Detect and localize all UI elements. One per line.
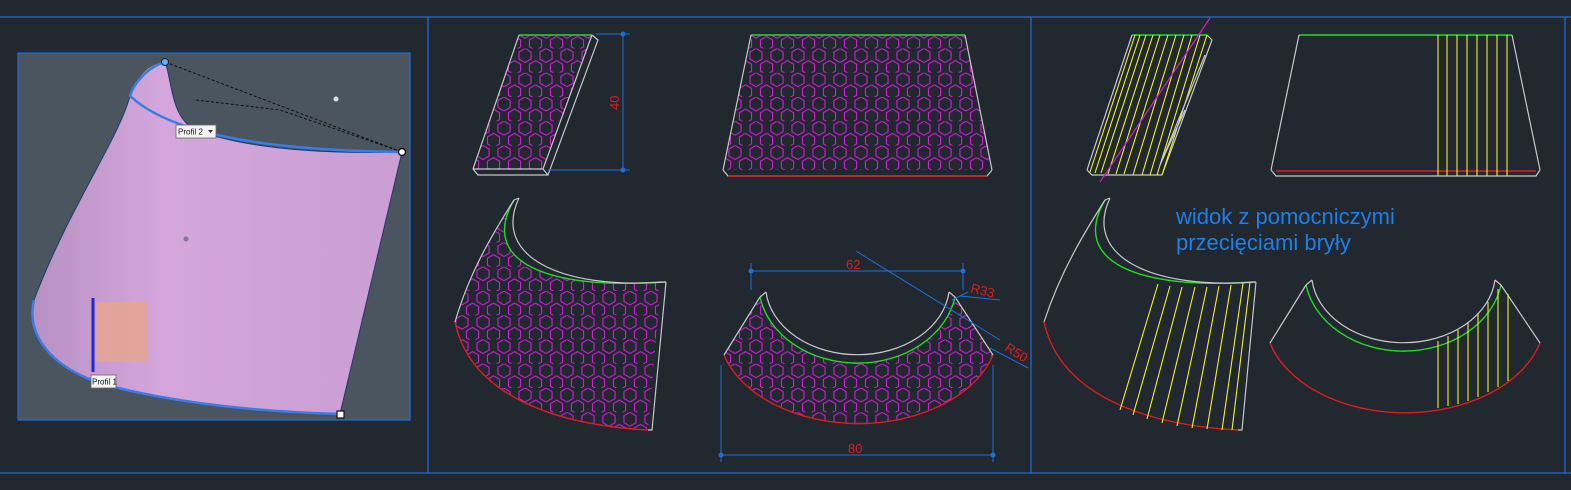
dimension-height-text: 40: [607, 96, 622, 110]
section-note: widok z pomocniczymi przecięciami bryły: [1175, 204, 1395, 255]
side-view-sections: [1086, 17, 1213, 183]
viewport-3d-loft[interactable]: Profil 2 Profil 1: [17, 52, 411, 421]
front-view-hatched: [722, 34, 993, 177]
vertex-handle[interactable]: [397, 147, 407, 157]
profile-1-label: Profil 1: [92, 378, 117, 387]
dimension-top-width-text: 62: [846, 257, 860, 272]
note-line-1: widok z pomocniczymi: [1175, 204, 1395, 229]
profile-1-tag[interactable]: Profil 1: [90, 374, 117, 389]
front-view-sections: [1270, 34, 1541, 177]
guide-point: [333, 96, 339, 102]
center-marker: [183, 236, 189, 242]
vertex-handle[interactable]: [336, 410, 345, 419]
dimension-bottom-width-text: 80: [848, 441, 862, 456]
dimension-radius-large-text: R50: [1002, 340, 1030, 365]
selection-patch: [95, 302, 147, 362]
cad-drawing-canvas: Profil 2 Profil 1 40 62 R33 R50 80 widok…: [0, 16, 1571, 474]
profile-2-label: Profil 2: [178, 128, 203, 137]
top-view-sections: [1269, 279, 1541, 414]
profile-2-tag[interactable]: Profil 2: [175, 124, 217, 139]
side-view-hatched: [472, 34, 599, 177]
dimension-top-width: 62: [748, 257, 966, 290]
top-view-hatched: [723, 291, 994, 425]
vertex-handle[interactable]: [161, 58, 169, 66]
note-line-2: przecięciami bryły: [1176, 230, 1351, 255]
iso-view-hatched: [454, 197, 667, 431]
